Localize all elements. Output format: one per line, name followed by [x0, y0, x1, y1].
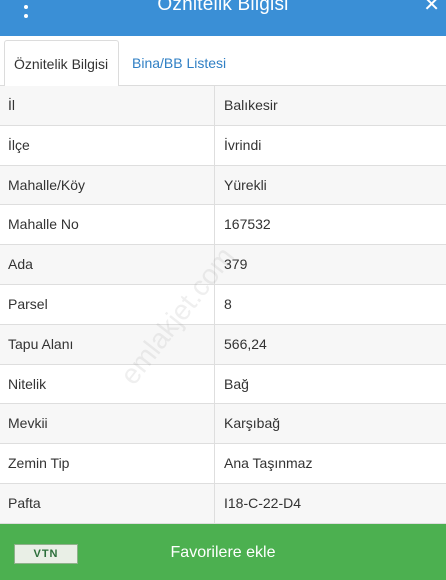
table-row: Tapu Alanı 566,24	[0, 324, 446, 365]
row-key: Ada	[8, 256, 33, 273]
tab-attribute-info[interactable]: Öznitelik Bilgisi	[4, 40, 119, 87]
row-key: Mevkii	[8, 415, 48, 432]
tab-building-list[interactable]: Bina/BB Listesi	[123, 40, 235, 87]
attribute-table: İl Balıkesir İlçe İvrindi Mahalle/Köy Yürek…	[0, 86, 446, 524]
row-value: Ana Taşınmaz	[224, 455, 313, 472]
tab-bar: Öznitelik Bilgisi Bina/BB Listesi	[0, 36, 446, 87]
row-value: 8	[224, 295, 232, 312]
row-value: 566,24	[224, 335, 267, 352]
table-row: Nitelik Bağ	[0, 364, 446, 405]
row-key: İlçe	[8, 136, 30, 153]
row-value: 167532	[224, 216, 271, 233]
table-row: Zemin Tip Ana Taşınmaz	[0, 444, 446, 484]
row-key: Zemin Tip	[8, 455, 70, 472]
row-key: İl	[8, 97, 15, 113]
row-value: I18-C-22-D4	[224, 494, 302, 511]
row-value: 379	[224, 256, 248, 273]
row-value: İvrindi	[224, 136, 262, 153]
app-header: Öznitelik Bilgisi ✕	[0, 0, 446, 36]
row-value: Bağ	[224, 375, 249, 392]
row-key: Parsel	[8, 295, 48, 312]
row-key: Pafta	[8, 494, 41, 511]
table-row: İlçe İvrindi	[0, 125, 446, 166]
table-row: Parsel 8	[0, 284, 446, 325]
table-row: Mahalle No 167532	[0, 205, 446, 246]
table-row: Ada 379	[0, 245, 446, 285]
table-row: Mahalle/Köy Yürekli	[0, 165, 446, 206]
table-row: İl Balıkesir	[0, 86, 446, 126]
close-icon[interactable]: ✕	[423, 0, 440, 16]
row-value: Balıkesir	[224, 97, 278, 113]
favorites-bar: VTN Favorilere ekle	[0, 524, 446, 580]
row-value: Yürekli	[224, 176, 267, 193]
page-title: Öznitelik Bilgisi	[157, 0, 289, 15]
row-key: Nitelik	[8, 375, 47, 392]
add-to-favorites-button[interactable]: Favorilere ekle	[0, 524, 446, 580]
row-key: Mahalle No	[8, 216, 79, 233]
row-key: Mahalle/Köy	[8, 176, 86, 193]
table-row: Pafta I18-C-22-D4	[0, 483, 446, 524]
row-key: Tapu Alanı	[8, 335, 74, 352]
table-row: Mevkii Karşıbağ	[0, 404, 446, 445]
row-value: Karşıbağ	[224, 415, 281, 432]
